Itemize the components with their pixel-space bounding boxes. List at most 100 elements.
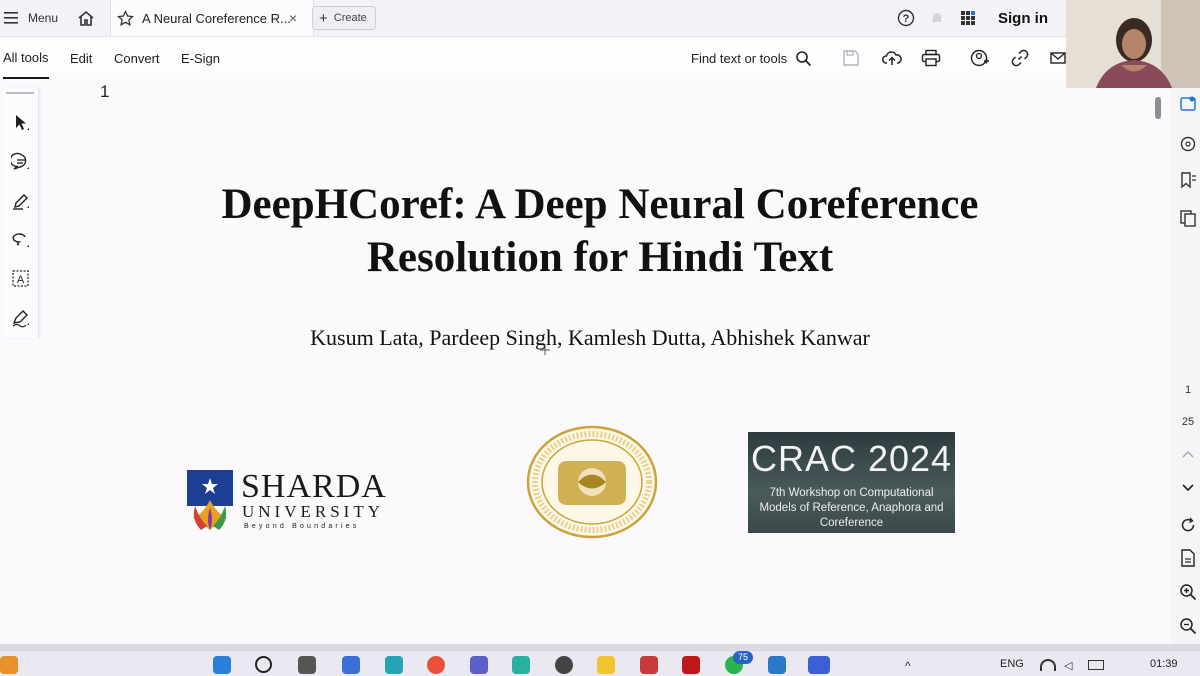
tab-convert[interactable]: Convert (114, 37, 160, 79)
taskbar-search-icon[interactable] (255, 656, 272, 673)
chevron-down-icon (1182, 484, 1194, 492)
home-icon (78, 10, 94, 26)
cloud-upload-icon (882, 51, 902, 65)
acrobat-icon[interactable] (682, 656, 700, 674)
windows-taskbar: 75 ^ ENG ◁ 01:39 (0, 650, 1200, 676)
tab-esign[interactable]: E-Sign (181, 37, 220, 79)
bookmarks-button[interactable] (1178, 170, 1198, 190)
sharda-emblem (187, 470, 233, 530)
comments-panel-button[interactable] (1178, 134, 1198, 154)
hamburger-icon (4, 12, 18, 24)
help-button[interactable]: ? (897, 0, 915, 36)
skype-icon[interactable] (768, 656, 786, 674)
tab-edit[interactable]: Edit (70, 37, 92, 79)
clock-time[interactable]: 01:39 (1150, 658, 1178, 670)
close-tab-icon[interactable]: × (289, 10, 297, 26)
text-cursor-icon (540, 342, 550, 355)
convert-label: Convert (114, 50, 160, 66)
widgets-icon[interactable] (0, 656, 18, 674)
zoom-out-button[interactable] (1178, 616, 1198, 636)
language-indicator[interactable]: ENG (1000, 658, 1024, 670)
current-page-indicator[interactable]: 1 (1178, 382, 1198, 398)
chevron-up-icon (1182, 450, 1194, 458)
share-user-button[interactable] (970, 37, 990, 79)
github-icon[interactable] (555, 656, 573, 674)
save-icon (843, 50, 859, 66)
draw-tool[interactable] (10, 229, 32, 251)
select-tool[interactable] (10, 112, 32, 134)
search-icon (796, 50, 812, 66)
tab-document[interactable]: A Neural Coreference R... × (110, 0, 314, 36)
tab-title: A Neural Coreference R... (142, 10, 291, 26)
gmail-icon[interactable] (640, 656, 658, 674)
refresh-button[interactable] (1178, 515, 1198, 535)
find-tools-button[interactable]: Find text or tools (691, 37, 812, 79)
battery-icon[interactable] (1088, 660, 1104, 670)
teams-icon[interactable] (470, 656, 488, 674)
apps-button[interactable] (960, 0, 976, 36)
presenter-silhouette (1066, 0, 1200, 88)
gold-seal-emblem (526, 425, 658, 539)
sharda-name: SHARDA (241, 468, 387, 505)
highlight-tool[interactable] (10, 190, 32, 212)
comment-tool[interactable] (10, 151, 32, 173)
apps-grid-icon (961, 11, 975, 25)
vertical-scrollbar-thumb[interactable] (1155, 97, 1161, 119)
help-icon: ? (897, 9, 915, 27)
notification-button[interactable] (929, 0, 945, 36)
crac-title: CRAC 2024 (750, 438, 953, 479)
edge-icon[interactable] (385, 656, 403, 674)
menu-label: Menu (28, 11, 59, 25)
wifi-icon[interactable] (1040, 659, 1056, 671)
find-label: Find text or tools (691, 50, 788, 66)
volume-icon[interactable]: ◁ (1064, 659, 1072, 672)
zoom-in-button[interactable] (1178, 582, 1198, 602)
tab-bar: Menu A Neural Coreference R... × + Creat… (0, 0, 1066, 37)
page-number-label: 1 (100, 82, 110, 101)
ai-assistant-button[interactable] (1178, 94, 1198, 114)
page-down-button[interactable] (1178, 481, 1198, 495)
pen-icon (13, 194, 29, 210)
plus-icon: + (319, 9, 328, 27)
sign-in-label: Sign in (998, 9, 1048, 27)
zoom-in-icon (1180, 584, 1197, 601)
text-box-icon: A (12, 270, 29, 287)
rail-handle[interactable] (6, 92, 34, 94)
text-box-tool[interactable]: A (10, 268, 32, 290)
create-button[interactable]: + Create (312, 0, 376, 36)
svg-text:A: A (17, 274, 25, 286)
task-view-icon[interactable] (298, 656, 316, 674)
cursor-arrow-icon (16, 115, 29, 130)
sign-in-button[interactable]: Sign in (998, 0, 1048, 36)
star-icon[interactable] (117, 9, 134, 27)
comments-icon (1180, 136, 1196, 152)
home-button[interactable] (77, 0, 95, 36)
chrome-icon[interactable] (427, 656, 445, 674)
crac-2024-banner: CRAC 2024 7th Workshop on Computational … (748, 432, 955, 533)
store-icon[interactable] (512, 656, 530, 674)
tab-all-tools[interactable]: All tools (3, 37, 49, 79)
show-hidden-icons-chevron-up-icon[interactable]: ^ (905, 659, 911, 673)
all-tools-label: All tools (3, 49, 49, 65)
zoom-icon[interactable] (808, 656, 830, 674)
signature-pen-icon (12, 310, 29, 328)
copy-link-button[interactable] (1011, 37, 1029, 79)
title-line-2: Resolution for Hindi Text (366, 234, 834, 281)
teams-meeting-icon[interactable] (342, 656, 360, 674)
page-info-button[interactable] (1178, 548, 1198, 568)
file-explorer-icon[interactable] (597, 656, 615, 674)
bookmark-icon (1181, 172, 1196, 189)
upload-cloud-button[interactable] (882, 37, 902, 79)
print-button[interactable] (921, 37, 941, 79)
sign-tool[interactable] (10, 307, 32, 329)
pages-panel-button[interactable] (1178, 208, 1198, 228)
menu-button[interactable]: Menu (4, 0, 58, 36)
save-button[interactable] (842, 37, 860, 79)
page-up-button[interactable] (1178, 448, 1198, 460)
copy-pages-icon (1180, 210, 1196, 227)
svg-text:?: ? (903, 13, 910, 25)
left-tool-rail: A (2, 88, 39, 338)
bell-icon (932, 13, 942, 22)
email-button[interactable] (1050, 37, 1066, 79)
windows-start-icon[interactable] (213, 656, 231, 674)
